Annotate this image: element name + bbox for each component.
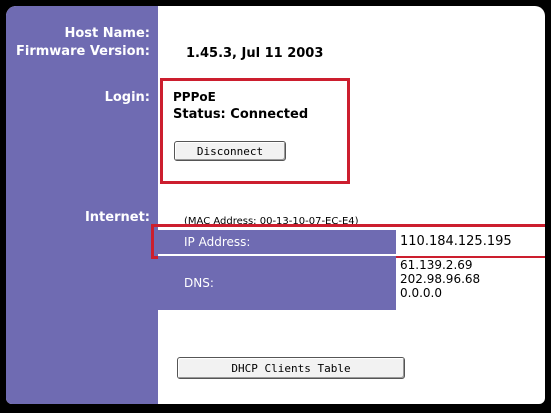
- screen-frame: Host Name: Firmware Version: Login: Inte…: [0, 0, 551, 413]
- ip-highlight-box: [151, 224, 545, 259]
- host-name-label: Host Name:: [64, 26, 150, 41]
- dns-primary: 61.139.2.69: [400, 258, 473, 272]
- dns-label: DNS:: [158, 256, 396, 310]
- dhcp-clients-table-button[interactable]: DHCP Clients Table: [177, 357, 405, 379]
- login-label: Login:: [104, 90, 150, 105]
- router-status-panel: Host Name: Firmware Version: Login: Inte…: [6, 6, 545, 404]
- dns-values: 61.139.2.69 202.98.96.68 0.0.0.0: [396, 258, 545, 312]
- firmware-version-label: Firmware Version:: [16, 44, 150, 59]
- label-sidebar: [6, 6, 158, 404]
- dns-secondary: 202.98.96.68: [400, 272, 481, 286]
- login-highlight-box: [160, 78, 350, 184]
- firmware-version-value: 1.45.3, Jul 11 2003: [186, 46, 324, 61]
- dns-tertiary: 0.0.0.0: [400, 286, 442, 300]
- internet-label: Internet:: [84, 210, 150, 225]
